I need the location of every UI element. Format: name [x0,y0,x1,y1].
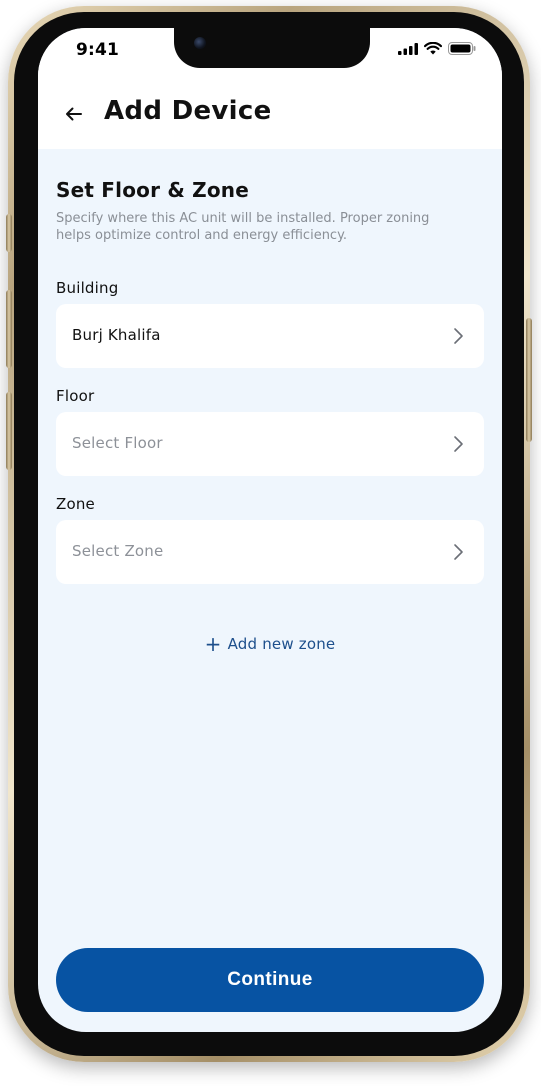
chevron-right-icon [454,328,463,344]
app-screen: 9:41 Add Device Set Floor & Zone Specify… [38,28,502,1032]
volume-down-button [6,392,12,470]
chevron-right-icon [454,544,463,560]
arrow-left-icon [66,107,82,121]
add-new-zone-label: Add new zone [227,635,336,653]
chevron-right-icon [454,436,463,452]
volume-up-button [6,290,12,368]
floor-select[interactable]: Select Floor [56,412,484,476]
header: Add Device [38,94,502,134]
section-header: Set Floor & Zone Specify where this AC u… [56,178,484,244]
back-button[interactable] [62,102,86,126]
add-new-zone-link[interactable]: + Add new zone [38,632,502,656]
building-value: Burj Khalifa [72,326,161,344]
plus-icon: + [204,632,222,656]
building-select[interactable]: Burj Khalifa [56,304,484,368]
floor-label: Floor [56,387,95,405]
continue-button[interactable]: Continue [56,948,484,1012]
signal-icon [398,42,418,55]
section-description: Specify where this AC unit will be insta… [56,211,430,243]
zone-label: Zone [56,495,95,513]
camera-icon [194,37,206,49]
building-label: Building [56,279,119,297]
notch [174,28,370,68]
wifi-icon [424,42,442,55]
floor-placeholder: Select Floor [72,434,163,452]
page-title: Add Device [104,96,272,126]
section-title: Set Floor & Zone [56,178,249,202]
status-time: 9:41 [76,40,120,60]
status-icons [398,42,476,55]
zone-select[interactable]: Select Zone [56,520,484,584]
power-button [526,318,532,442]
battery-icon [448,42,476,55]
silent-switch [6,214,12,252]
zone-placeholder: Select Zone [72,542,164,560]
